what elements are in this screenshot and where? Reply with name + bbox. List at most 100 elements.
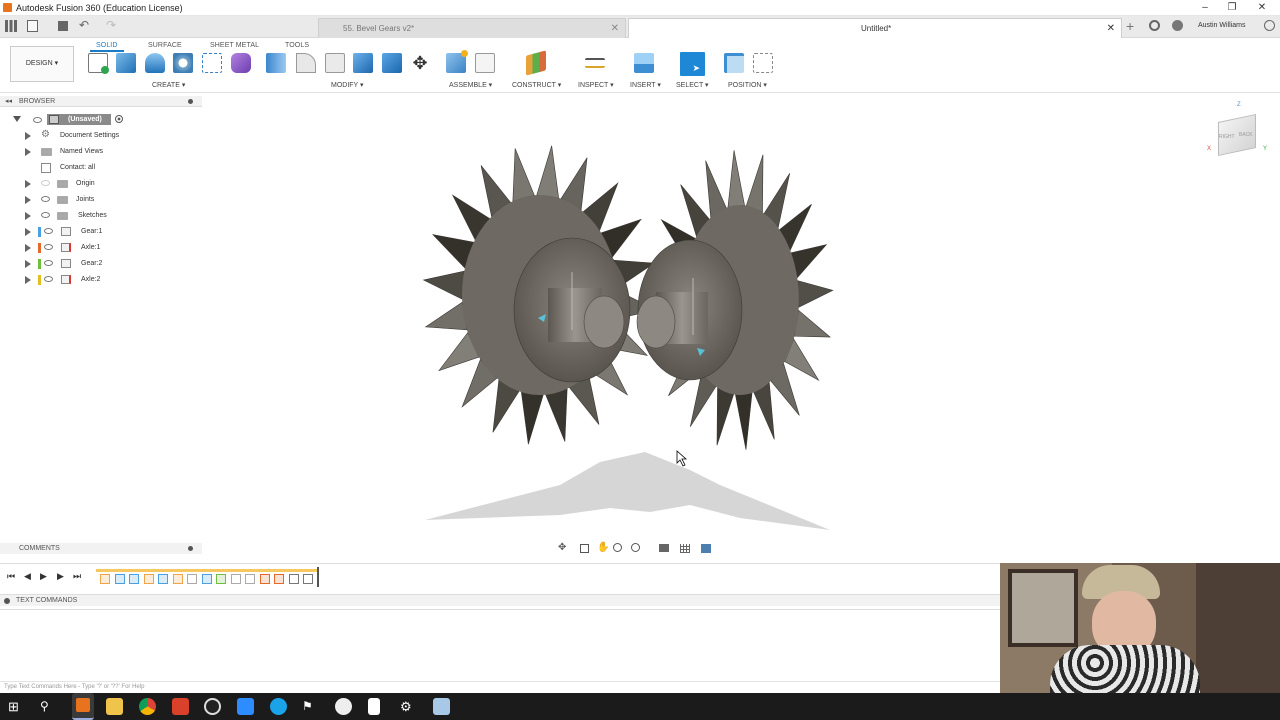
expand-root-icon[interactable]: [13, 116, 21, 122]
save-icon[interactable]: [58, 21, 68, 31]
zoom-app-icon[interactable]: [237, 698, 254, 715]
tab-sheet-metal[interactable]: SHEET METAL: [210, 42, 259, 49]
browser-item-sketches[interactable]: Sketches: [0, 208, 200, 224]
close-window-button[interactable]: ✕: [1255, 2, 1269, 14]
model-viewport[interactable]: [202, 93, 1280, 541]
grid-settings-icon[interactable]: [680, 544, 690, 553]
timeline-feature-icon[interactable]: [201, 574, 212, 584]
new-component-icon[interactable]: [446, 50, 468, 73]
offset-plane-icon[interactable]: [526, 50, 546, 76]
new-tab-icon[interactable]: +: [1126, 18, 1134, 34]
chrome-icon[interactable]: [139, 698, 156, 715]
rectangular-pattern-icon[interactable]: [202, 53, 222, 73]
tab-bevel-gears[interactable]: 55. Bevel Gears v2* ✕: [318, 18, 626, 38]
timeline-feature-icon[interactable]: [274, 574, 284, 584]
assemble-menu[interactable]: ASSEMBLE ▾: [449, 81, 492, 89]
extrude-icon[interactable]: [116, 53, 136, 73]
play-icon[interactable]: ▶: [40, 571, 47, 582]
expand-arrow-icon[interactable]: [25, 132, 31, 140]
inspect-menu[interactable]: INSPECT ▾: [578, 81, 614, 89]
timeline-feature-icon[interactable]: [114, 574, 125, 584]
visibility-eye-icon[interactable]: [44, 228, 53, 234]
text-commands-header[interactable]: TEXT COMMANDS: [0, 594, 1000, 606]
step-forward-icon[interactable]: ▶: [57, 571, 64, 582]
expand-arrow-icon[interactable]: [25, 180, 31, 188]
visibility-eye-icon[interactable]: [44, 244, 53, 250]
timeline-feature-icon[interactable]: [259, 574, 270, 584]
browser-pin-icon[interactable]: [188, 99, 193, 104]
fusion-taskbar-icon[interactable]: [72, 693, 94, 720]
view-cube[interactable]: RIGHT BACK Z X Y: [1207, 102, 1267, 160]
chamfer-icon[interactable]: [325, 53, 345, 73]
shell-icon[interactable]: [353, 53, 373, 73]
press-pull-icon[interactable]: [266, 53, 286, 73]
browser-header[interactable]: ◂◂ BROWSER: [0, 96, 202, 107]
create-menu[interactable]: CREATE ▾: [152, 81, 185, 89]
hole-icon[interactable]: [173, 53, 193, 73]
browser-item-axle-2[interactable]: Axle:2: [0, 272, 200, 288]
notifications-icon[interactable]: [1172, 20, 1183, 31]
fillet-icon[interactable]: [296, 53, 316, 73]
timeline-feature-icon[interactable]: [100, 574, 110, 584]
file-explorer-icon[interactable]: [106, 698, 123, 715]
text-command-input[interactable]: Type Text Commands Here - Type '?' or '?…: [0, 681, 1000, 692]
undo-icon[interactable]: ↶: [79, 18, 89, 32]
browser-item-joints[interactable]: Joints: [0, 192, 200, 208]
close-tab-icon[interactable]: ✕: [1107, 23, 1115, 34]
browser-item-contact[interactable]: Contact: all: [0, 160, 200, 176]
expand-arrow-icon[interactable]: [25, 212, 31, 220]
revolve-icon[interactable]: [145, 53, 165, 73]
combine-icon[interactable]: [382, 53, 402, 73]
browser-item-named-views[interactable]: Named Views: [0, 144, 200, 160]
app-flag-icon[interactable]: ⚑: [302, 698, 319, 715]
timeline-feature-icon[interactable]: [129, 574, 139, 584]
display-settings-icon[interactable]: [659, 544, 669, 552]
expand-arrow-icon[interactable]: [25, 148, 31, 156]
collapse-text-commands-icon[interactable]: [4, 598, 10, 604]
orbit-icon[interactable]: ✥: [558, 542, 566, 553]
restore-button[interactable]: ❐: [1225, 2, 1239, 14]
expand-arrow-icon[interactable]: [25, 276, 31, 284]
visibility-eye-icon[interactable]: [41, 196, 50, 202]
timeline-feature-icon[interactable]: [303, 574, 313, 584]
joint-icon[interactable]: [475, 53, 495, 73]
workspace-switcher[interactable]: DESIGN ▾: [10, 46, 74, 82]
browser-item-origin[interactable]: Origin: [0, 176, 200, 192]
look-at-icon[interactable]: [580, 544, 589, 553]
go-to-start-icon[interactable]: ⏮: [7, 571, 15, 582]
obs-icon[interactable]: [204, 698, 221, 715]
insert-canvas-icon[interactable]: [634, 53, 654, 73]
go-to-end-icon[interactable]: ⏭: [73, 571, 81, 582]
browser-item-gear-1[interactable]: Gear:1: [0, 224, 200, 240]
tab-surface[interactable]: SURFACE: [148, 42, 182, 49]
timeline-feature-icon[interactable]: [230, 574, 241, 584]
app-cloud-icon[interactable]: [335, 698, 352, 715]
activate-radio-icon[interactable]: [115, 115, 123, 123]
help-icon[interactable]: [1264, 20, 1275, 31]
select-menu[interactable]: SELECT ▾: [676, 81, 709, 89]
file-menu-icon[interactable]: [27, 20, 38, 32]
timeline-feature-icon[interactable]: [216, 574, 226, 584]
close-tab-icon[interactable]: ✕: [611, 23, 619, 34]
browser-item-document-settings[interactable]: ⚙ Document Settings: [0, 128, 200, 144]
timeline-feature-icon[interactable]: [172, 574, 183, 584]
document-app-icon[interactable]: [368, 698, 380, 715]
visibility-eye-icon[interactable]: [33, 117, 42, 123]
browser-item-gear-2[interactable]: Gear:2: [0, 256, 200, 272]
timeline-feature-icon[interactable]: [288, 574, 299, 584]
hidden-eye-icon[interactable]: [41, 180, 50, 186]
app-c-icon[interactable]: [270, 698, 287, 715]
move-copy-icon[interactable]: ✥: [410, 53, 430, 73]
measure-icon[interactable]: [585, 58, 605, 68]
app-window-icon[interactable]: [433, 698, 450, 715]
redo-icon[interactable]: ↷: [106, 18, 116, 32]
expand-arrow-icon[interactable]: [25, 196, 31, 204]
tab-solid[interactable]: SOLID: [96, 42, 118, 49]
fit-icon[interactable]: [631, 543, 640, 552]
timeline-feature-icon[interactable]: [158, 574, 168, 584]
search-icon[interactable]: ⚲: [40, 698, 57, 715]
timeline-feature-icon[interactable]: [245, 574, 255, 584]
visibility-eye-icon[interactable]: [44, 260, 53, 266]
tab-untitled[interactable]: Untitled* ✕: [628, 18, 1122, 38]
insert-menu[interactable]: INSERT ▾: [630, 81, 661, 89]
